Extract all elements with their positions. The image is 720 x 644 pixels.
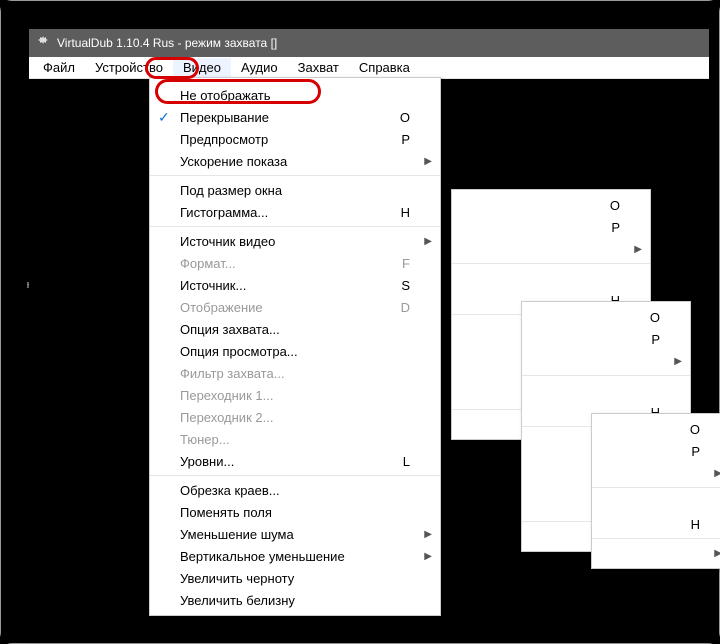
menu-increase-black[interactable]: Увеличить черноту — [150, 567, 440, 589]
shortcut: O — [400, 110, 410, 125]
menu-label: Переходник 2... — [180, 410, 273, 425]
menu-audio[interactable]: Аудио — [231, 58, 288, 77]
shortcut: F — [402, 256, 410, 271]
submenu-arrow-icon: ▶ — [714, 548, 720, 559]
menu-no-display[interactable]: Не отображать — [150, 84, 440, 106]
menu-overlay[interactable]: ✓ Перекрывание O — [150, 106, 440, 128]
menu-item[interactable] — [452, 267, 650, 289]
menu-label: Перекрывание — [180, 110, 269, 125]
video-dropdown-menu[interactable]: Не отображать ✓ Перекрывание O Предпросм… — [149, 77, 441, 616]
menu-label: Обрезка краев... — [180, 483, 280, 498]
menu-crossbar-1: Переходник 1... — [150, 384, 440, 406]
menu-item[interactable]: ▶ — [522, 350, 690, 372]
menu-vertical-reduction[interactable]: Вертикальное уменьшение ▶ — [150, 545, 440, 567]
menu-item[interactable]: P — [522, 328, 690, 350]
menu-item[interactable]: O — [452, 194, 650, 216]
submenu-arrow-icon: ▶ — [424, 156, 432, 167]
submenu-arrow-icon: ▶ — [674, 356, 682, 367]
separator — [150, 175, 440, 176]
shortcut: P — [691, 444, 700, 459]
menu-label: Уменьшение шума — [180, 527, 294, 542]
menu-item[interactable]: ▶ — [452, 238, 650, 260]
shortcut: P — [611, 220, 620, 235]
menu-item[interactable]: P — [592, 440, 720, 462]
menu-item[interactable]: P — [452, 216, 650, 238]
menu-help[interactable]: Справка — [349, 58, 420, 77]
menu-capture-filter: Фильтр захвата... — [150, 362, 440, 384]
menu-label: Опция просмотра... — [180, 344, 298, 359]
menu-view-option[interactable]: Опция просмотра... — [150, 340, 440, 362]
menu-label: Переходник 1... — [180, 388, 273, 403]
menu-item[interactable]: H — [592, 513, 720, 535]
submenu-arrow-icon: ▶ — [634, 244, 642, 255]
shortcut: O — [690, 422, 700, 437]
submenu-arrow-icon: ▶ — [424, 551, 432, 562]
separator — [150, 475, 440, 476]
menu-item[interactable] — [592, 491, 720, 513]
menu-label: Фильтр захвата... — [180, 366, 285, 381]
shortcut: S — [401, 278, 410, 293]
menu-label: Тюнер... — [180, 432, 230, 447]
menu-item[interactable]: ▶ — [592, 462, 720, 484]
menu-item[interactable]: O — [522, 306, 690, 328]
menu-label: Источник... — [180, 278, 246, 293]
menu-file[interactable]: Файл — [33, 58, 85, 77]
menu-levels[interactable]: Уровни... L — [150, 450, 440, 472]
shortcut: H — [691, 517, 700, 532]
shortcut: P — [651, 332, 660, 347]
menu-video[interactable]: Видео — [173, 58, 231, 77]
menu-swap-fields[interactable]: Поменять поля — [150, 501, 440, 523]
menu-label: Увеличить черноту — [180, 571, 294, 586]
menu-preview[interactable]: Предпросмотр P — [150, 128, 440, 150]
menu-noise-reduction[interactable]: Уменьшение шума ▶ — [150, 523, 440, 545]
menu-item[interactable]: ▶ — [592, 542, 720, 564]
shortcut: L — [403, 454, 410, 469]
menu-label: Увеличить белизну — [180, 593, 295, 608]
menu-item[interactable]: O — [592, 418, 720, 440]
menu-crop[interactable]: Обрезка краев... — [150, 479, 440, 501]
menu-label: Формат... — [180, 256, 236, 271]
menu-label: Под размер окна — [180, 183, 282, 198]
shortcut: P — [401, 132, 410, 147]
submenu-arrow-icon: ▶ — [424, 529, 432, 540]
desktop: Этот компьютер Э комп V Файл a V Файл a — [1, 1, 719, 643]
menu-capture-option[interactable]: Опция захвата... — [150, 318, 440, 340]
menu-fit[interactable]: Под размер окна — [150, 179, 440, 201]
submenu-arrow-icon: ▶ — [424, 236, 432, 247]
menu-device[interactable]: Устройство — [85, 58, 173, 77]
menu-format: Формат... F — [150, 252, 440, 274]
menu-capture[interactable]: Захват — [288, 58, 349, 77]
submenu-arrow-icon: ▶ — [714, 468, 720, 479]
shortcut: D — [401, 300, 410, 315]
menu-increase-white[interactable]: Увеличить белизну — [150, 589, 440, 611]
menu-accel[interactable]: Ускорение показа ▶ — [150, 150, 440, 172]
checkmark-icon: ✓ — [158, 109, 170, 126]
menu-histogram[interactable]: Гистограмма... H — [150, 201, 440, 223]
menu-label: Не отображать — [180, 88, 271, 103]
menu-label: Отображение — [180, 300, 263, 315]
shortcut: O — [610, 198, 620, 213]
menu-crossbar-2: Переходник 2... — [150, 406, 440, 428]
menu-item[interactable] — [522, 379, 690, 401]
menu-source[interactable]: Источник... S — [150, 274, 440, 296]
app-icon — [35, 35, 51, 51]
menu-video-source[interactable]: Источник видео ▶ — [150, 230, 440, 252]
menu-label: Гистограмма... — [180, 205, 268, 220]
background-menu-c: O P ▶ H ▶ — [591, 413, 720, 569]
menu-label: Поменять поля — [180, 505, 272, 520]
menu-display: Отображение D — [150, 296, 440, 318]
menu-tuner: Тюнер... — [150, 428, 440, 450]
menu-label: Уровни... — [180, 454, 234, 469]
menu-label: Источник видео — [180, 234, 275, 249]
titlebar[interactable]: VirtualDub 1.10.4 Rus - режим захвата [] — [29, 29, 709, 57]
shortcut: O — [650, 310, 660, 325]
separator — [150, 226, 440, 227]
menubar[interactable]: Файл Устройство Видео Аудио Захват Справ… — [29, 57, 709, 79]
menu-label: Опция захвата... — [180, 322, 280, 337]
menu-label: Предпросмотр — [180, 132, 268, 147]
shortcut: H — [401, 205, 410, 220]
menu-label: Вертикальное уменьшение — [180, 549, 345, 564]
window-title: VirtualDub 1.10.4 Rus - режим захвата [] — [57, 36, 277, 50]
menu-label: Ускорение показа — [180, 154, 287, 169]
